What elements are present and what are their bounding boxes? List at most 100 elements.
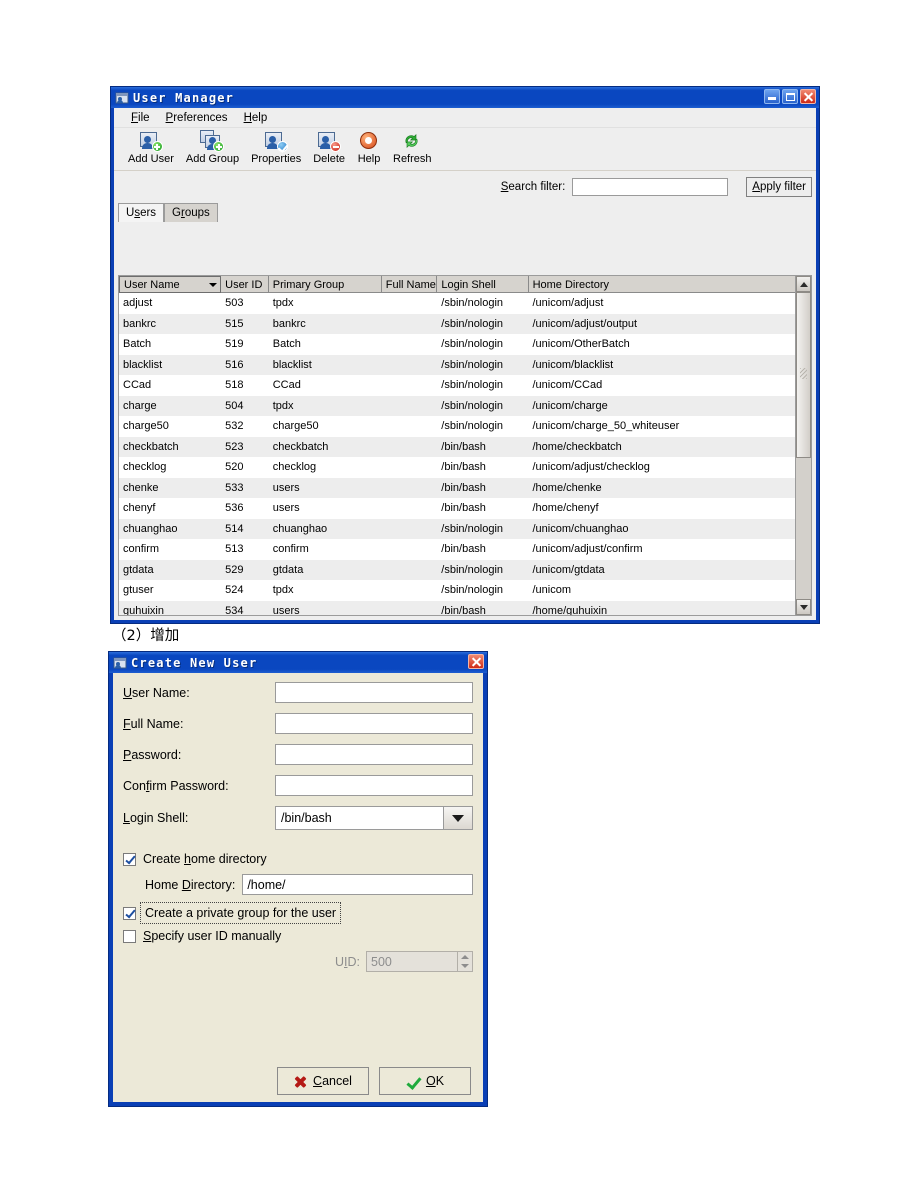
ok-button[interactable]: OK	[379, 1067, 471, 1095]
toolbar-add-group[interactable]: Add Group	[180, 130, 245, 165]
close-button[interactable]	[800, 89, 816, 104]
table-cell: 523	[225, 440, 244, 453]
table-row[interactable]: Batch 519 Batch/sbin/nologin/unicom/OtherB…	[119, 334, 811, 355]
table-row[interactable]: chuanghao 514 chuanghao/sbin/nologin/unico…	[119, 518, 811, 539]
dialog-close-button[interactable]	[468, 654, 484, 669]
create-private-group-checkbox[interactable]: Create a private group for the user	[113, 902, 483, 924]
column-header-home-directory[interactable]: Home Directory	[528, 276, 811, 293]
table-cell: /unicom/adjust	[532, 297, 604, 310]
tab-groups[interactable]: Groups	[164, 203, 218, 222]
table-cell: tpdx	[272, 584, 294, 597]
scrollbar-track[interactable]	[796, 292, 811, 599]
main-titlebar[interactable]: User Manager	[111, 87, 819, 108]
minimize-button[interactable]	[764, 89, 780, 104]
table-cell: gtdata	[272, 563, 304, 576]
checkbox-box-icon	[123, 906, 136, 920]
table-row[interactable]: CCad 518 CCad/sbin/nologin/unicom/CCad	[119, 375, 811, 396]
column-header-user-name-label: User Name	[124, 279, 180, 291]
cancel-button[interactable]: Cancel	[277, 1067, 369, 1095]
toolbar-properties[interactable]: Properties	[245, 130, 307, 165]
uid-stepper[interactable]	[458, 951, 473, 972]
uid-input[interactable]: 500	[366, 951, 458, 972]
field-row-full-name: Full Name:	[123, 713, 473, 734]
table-cell: users	[272, 502, 300, 515]
table-row[interactable]: guhuixin 534 users/bin/bash/home/guhuixin	[119, 600, 811, 615]
menu-help[interactable]: Help	[236, 110, 276, 126]
add-group-icon	[200, 130, 225, 152]
password-input[interactable]	[275, 744, 473, 765]
toolbar-refresh[interactable]: Refresh	[387, 130, 438, 165]
full-name-input[interactable]	[275, 713, 473, 734]
specify-user-id-checkbox[interactable]: Specify user ID manually	[113, 929, 483, 943]
column-header-full-name[interactable]: Full Name	[381, 276, 438, 293]
table-row[interactable]: bankrc 515 bankrc/sbin/nologin/unicom/adju…	[119, 313, 811, 334]
login-shell-label: Login Shell:	[123, 811, 189, 825]
tab-users[interactable]: Users	[118, 203, 165, 222]
toolbar-help[interactable]: Help	[351, 130, 387, 165]
table-row[interactable]: gtdata 529 gtdata/sbin/nologin/unicom/gtda…	[119, 559, 811, 580]
column-header-user-name[interactable]: User Name	[119, 276, 222, 293]
table-row[interactable]: chenyf 536 users/bin/bash/home/chenyf	[119, 498, 811, 519]
confirm-password-input[interactable]	[275, 775, 473, 796]
table-row[interactable]: confirm 513 confirm/bin/bash/unicom/adjust…	[119, 539, 811, 560]
stepper-down-arrow-icon[interactable]	[461, 964, 469, 969]
table-cell: checklog	[123, 461, 167, 474]
table-vertical-scrollbar[interactable]	[795, 275, 812, 616]
column-header-user-id[interactable]: User ID	[221, 276, 269, 293]
table-row[interactable]: gtuser 524 tpdx/sbin/nologin/unicom	[119, 580, 811, 601]
table-cell: CCad	[123, 379, 152, 392]
menu-preferences-rest: references	[173, 111, 228, 124]
home-directory-input[interactable]	[242, 874, 473, 895]
toolbar-help-label: Help	[357, 153, 381, 165]
table-cell: 515	[225, 317, 244, 330]
table-cell: /bin/bash	[441, 440, 486, 453]
toolbar-delete[interactable]: Delete	[307, 130, 351, 165]
scroll-down-button[interactable]	[796, 599, 811, 615]
toolbar-add-user[interactable]: Add User	[122, 130, 180, 165]
toolbar-refresh-label: Refresh	[393, 153, 432, 165]
apply-filter-button[interactable]: Apply filter	[746, 177, 812, 197]
table-row[interactable]: chenke 533 users/bin/bash/home/chenke	[119, 477, 811, 498]
login-shell-select[interactable]: /bin/bash	[275, 806, 473, 830]
maximize-button[interactable]	[782, 89, 798, 104]
table-cell: confirm	[123, 543, 160, 556]
table-row[interactable]: charge50 532 charge50/sbin/nologin/unicom/…	[119, 416, 811, 437]
table-row[interactable]: checklog 520 checklog/bin/bash/unicom/adju…	[119, 457, 811, 478]
dialog-titlebar[interactable]: Create New User	[109, 652, 487, 673]
dialog-body: User Name: Full Name: Password: Confirm …	[113, 673, 483, 1102]
table-row[interactable]: checkbatch 523 checkbatch/bin/bash/home/ch…	[119, 436, 811, 457]
column-header-primary-group[interactable]: Primary Group	[268, 276, 382, 293]
scrollbar-thumb[interactable]	[796, 292, 811, 458]
table-cell: confirm	[272, 543, 309, 556]
table-cell: /unicom/adjust/confirm	[532, 543, 643, 556]
table-cell: 516	[225, 358, 244, 371]
home-directory-row: Home Directory:	[145, 874, 473, 895]
scroll-up-button[interactable]	[796, 276, 811, 292]
chevron-down-icon[interactable]	[443, 807, 472, 829]
menu-help-rest: elp	[251, 111, 268, 124]
search-filter-input[interactable]	[572, 178, 729, 196]
table-cell: /home/chenke	[532, 481, 602, 494]
stepper-up-arrow-icon[interactable]	[461, 954, 469, 959]
user-name-input[interactable]	[275, 682, 473, 703]
create-home-directory-checkbox[interactable]: Create home directory	[113, 852, 483, 866]
table-cell: 536	[225, 502, 244, 515]
table-cell: 514	[225, 522, 244, 535]
menu-file[interactable]: File	[123, 110, 158, 126]
table-cell: /home/checkbatch	[532, 440, 622, 453]
add-user-icon	[139, 130, 163, 152]
table-cell: charge50	[123, 420, 169, 433]
table-cell: /unicom/adjust/output	[532, 317, 638, 330]
table-header-row: User Name User ID Primary Group Full Nam…	[119, 276, 811, 293]
table-cell: /sbin/nologin	[441, 584, 504, 597]
menu-preferences[interactable]: Preferences	[158, 110, 236, 126]
table-row[interactable]: adjust 503 tpdx/sbin/nologin/unicom/adjust	[119, 293, 811, 314]
table-cell: /sbin/nologin	[441, 358, 504, 371]
table-row[interactable]: charge 504 tpdx/sbin/nologin/unicom/charge	[119, 395, 811, 416]
table-cell: charge	[123, 399, 157, 412]
field-row-user-name: User Name:	[123, 682, 473, 703]
table-cell: 513	[225, 543, 244, 556]
table-cell: Batch	[123, 338, 152, 351]
table-row[interactable]: blacklist 516 blacklist/sbin/nologin/unico…	[119, 354, 811, 375]
column-header-login-shell[interactable]: Login Shell	[437, 276, 529, 293]
